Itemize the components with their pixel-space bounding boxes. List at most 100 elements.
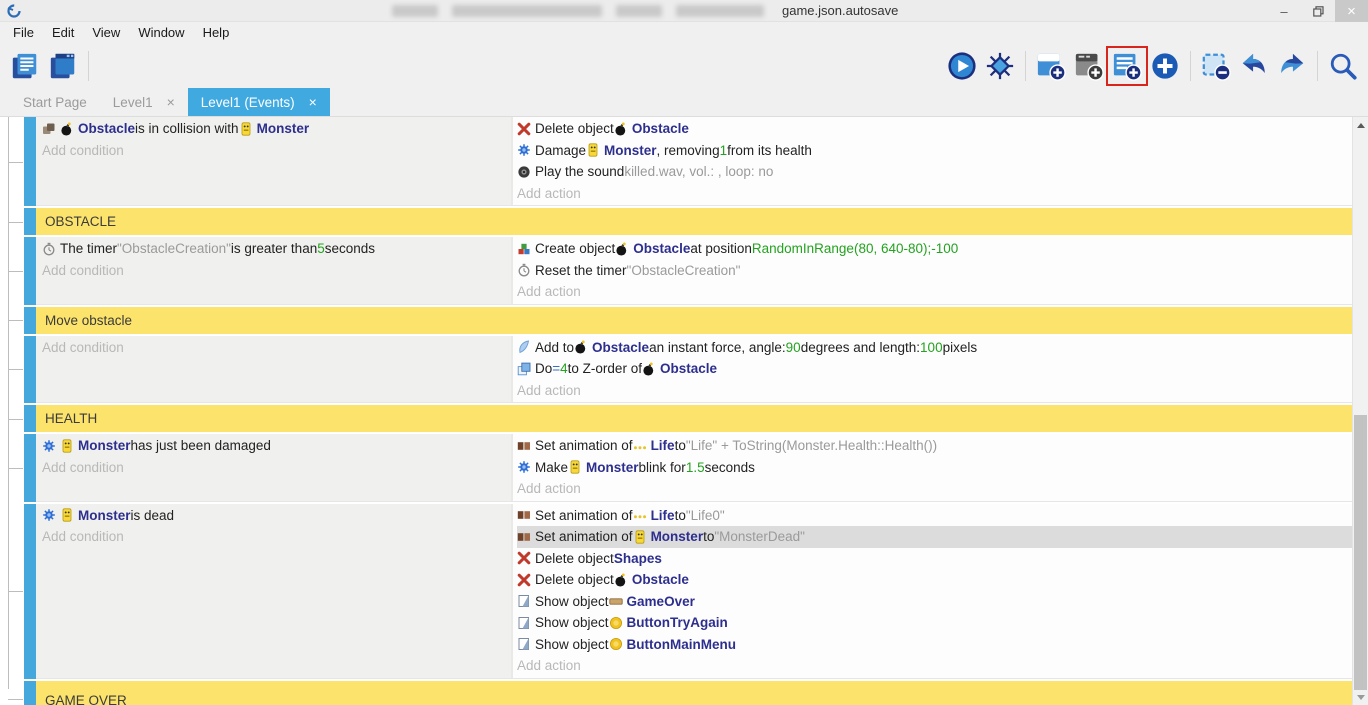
tab-close-icon[interactable]: × (167, 94, 175, 110)
add-action-placeholder[interactable]: Add action (517, 183, 1352, 205)
add-action-placeholder[interactable]: Add action (517, 655, 1352, 677)
sentence-text: , removing (657, 143, 720, 158)
debugger-button[interactable] (983, 49, 1017, 83)
actions-cell: Set animation of Life to "Life0"Set anim… (511, 504, 1352, 678)
event-selection-strip[interactable] (24, 681, 36, 705)
event-selection-strip[interactable] (24, 434, 36, 502)
add-action-placeholder[interactable]: Add action (517, 478, 1352, 500)
add-action-placeholder[interactable]: Add action (517, 380, 1352, 402)
scroll-down-button[interactable] (1353, 689, 1368, 705)
comment-row[interactable]: Move obstacle (0, 307, 1352, 334)
sentence-text: to (703, 529, 714, 544)
action-line[interactable]: Show object GameOver (517, 591, 1352, 613)
scrollbar-thumb[interactable] (1354, 415, 1367, 690)
sentence-text: has just been damaged (131, 438, 271, 453)
event-selection-strip[interactable] (24, 504, 36, 679)
editors-button[interactable] (46, 49, 80, 83)
close-button[interactable]: × (1335, 0, 1368, 22)
sentence-text: at position (690, 241, 752, 256)
event-selection-strip[interactable] (24, 307, 36, 334)
action-line[interactable]: Reset the timer "ObstacleCreation" (517, 260, 1352, 282)
condition-line[interactable]: The timer "ObstacleCreation" is greater … (42, 238, 511, 260)
add-object-button[interactable] (1034, 49, 1068, 83)
action-line[interactable]: Delete object Shapes (517, 548, 1352, 570)
event-row: Monster is deadAdd conditionSet animatio… (0, 504, 1352, 679)
tab-level1[interactable]: Level1× (100, 88, 188, 116)
event-row: Add condition Add to Obstacle an instant … (0, 336, 1352, 404)
sentence-text: Do (535, 361, 552, 376)
menu-item-view[interactable]: View (83, 22, 129, 44)
condition-line[interactable]: Obstacle is in collision with Monster (42, 118, 511, 140)
action-line[interactable]: Damage Monster, removing 1 from its heal… (517, 140, 1352, 162)
action-line[interactable]: Play the sound killed.wav, vol.: , loop:… (517, 161, 1352, 183)
condition-line[interactable]: Monster has just been damaged (42, 435, 511, 457)
comment-row[interactable]: HEALTH (0, 405, 1352, 432)
tab-label: Level1 (Events) (201, 95, 295, 110)
add-comment-button[interactable] (1072, 49, 1106, 83)
comment-row[interactable]: OBSTACLE (0, 208, 1352, 235)
action-line[interactable]: Add to Obstacle an instant force, angle:… (517, 337, 1352, 359)
event-selection-strip[interactable] (24, 405, 36, 432)
add-condition-placeholder[interactable]: Add condition (42, 526, 511, 548)
damage-icon (517, 460, 531, 474)
object-name: Life (651, 508, 675, 523)
condition-line[interactable]: Monster is dead (42, 505, 511, 527)
add-subevent-button[interactable] (1148, 49, 1182, 83)
play-button[interactable] (945, 49, 979, 83)
object-name: ButtonTryAgain (627, 615, 728, 630)
vertical-scrollbar[interactable] (1352, 117, 1368, 705)
action-line[interactable]: Show object ButtonMainMenu (517, 634, 1352, 656)
object-name: Obstacle (632, 572, 689, 587)
event-selection-strip[interactable] (24, 208, 36, 235)
menu-item-file[interactable]: File (4, 22, 43, 44)
parameter-value: 1.5 (686, 460, 705, 475)
action-line[interactable]: Make Monster blink for 1.5 seconds (517, 457, 1352, 479)
sentence-text: Set animation of (535, 508, 633, 523)
menu-item-edit[interactable]: Edit (43, 22, 83, 44)
search-button[interactable] (1326, 49, 1360, 83)
restore-button[interactable] (1301, 0, 1335, 22)
comment-row[interactable]: GAME OVER (0, 681, 1352, 705)
event-selection-strip[interactable] (24, 237, 36, 305)
delete-selection-button[interactable] (1199, 49, 1233, 83)
menu-item-help[interactable]: Help (194, 22, 239, 44)
tab-close-icon[interactable]: × (309, 94, 317, 110)
comment-text: OBSTACLE (36, 208, 1352, 235)
event-selection-strip[interactable] (24, 336, 36, 404)
add-condition-placeholder[interactable]: Add condition (42, 260, 511, 282)
add-condition-placeholder[interactable]: Add condition (42, 140, 511, 162)
sentence-text: to Z-order of (568, 361, 642, 376)
add-action-placeholder[interactable]: Add action (517, 281, 1352, 303)
event-row: Obstacle is in collision with MonsterAdd… (0, 117, 1352, 206)
minimize-button[interactable]: – (1267, 0, 1301, 22)
redo-button[interactable] (1275, 49, 1309, 83)
action-line[interactable]: Do = 4 to Z-order of Obstacle (517, 358, 1352, 380)
parameter-value: RandomInRange(80, 640-80);-100 (752, 241, 958, 256)
menu-item-window[interactable]: Window (129, 22, 193, 44)
event-selection-strip[interactable] (24, 117, 36, 206)
action-line[interactable]: Show object ButtonTryAgain (517, 612, 1352, 634)
action-line[interactable]: Set animation of Monster to "MonsterDead… (517, 526, 1352, 548)
event-gutter (0, 504, 24, 679)
undo-icon (1239, 51, 1269, 81)
action-line[interactable]: Set animation of Life to "Life0" (517, 505, 1352, 527)
scroll-up-button[interactable] (1353, 117, 1368, 133)
add-condition-placeholder[interactable]: Add condition (42, 337, 511, 359)
tab-start-page[interactable]: Start Page (10, 88, 100, 116)
redo-icon (1277, 51, 1307, 81)
undo-button[interactable] (1237, 49, 1271, 83)
object-name: Monster (257, 121, 310, 136)
add-condition-placeholder[interactable]: Add condition (42, 457, 511, 479)
project-manager-button[interactable] (8, 49, 42, 83)
action-line[interactable]: Set animation of Life to "Life" + ToStri… (517, 435, 1352, 457)
action-line[interactable]: Delete object Obstacle (517, 569, 1352, 591)
action-line[interactable]: Delete object Obstacle (517, 118, 1352, 140)
add-event-button[interactable] (1110, 49, 1144, 83)
tab-level1-events-[interactable]: Level1 (Events) × (188, 88, 330, 116)
delete-icon (517, 122, 531, 136)
event-row: Monster has just been damagedAdd conditi… (0, 434, 1352, 502)
monster-icon (568, 460, 582, 474)
zorder-icon (517, 362, 531, 376)
sentence-text: Play the sound (535, 164, 624, 179)
action-line[interactable]: Create object Obstacle at position Rando… (517, 238, 1352, 260)
